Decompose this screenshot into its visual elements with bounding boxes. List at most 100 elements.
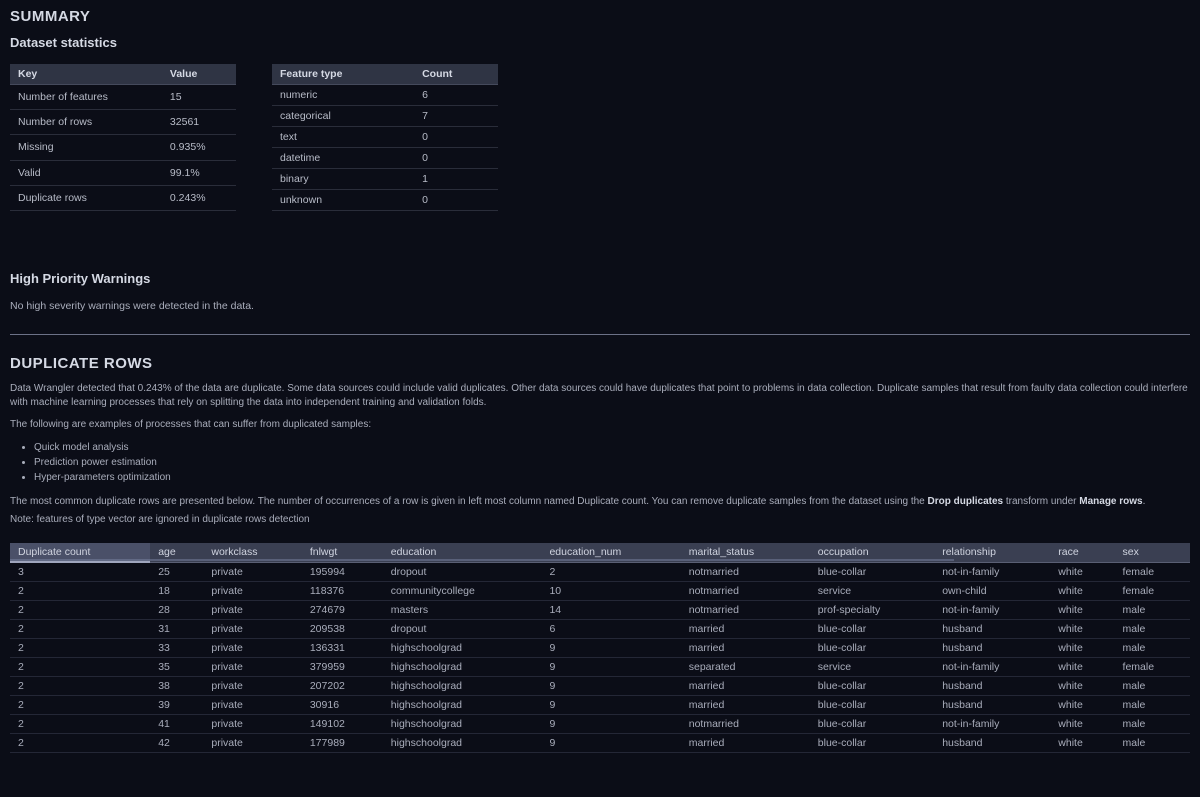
dup-cell: male xyxy=(1115,639,1190,658)
stats-cell: Duplicate rows xyxy=(10,185,162,210)
dup-cell: 38 xyxy=(150,677,203,696)
dup-cell: private xyxy=(203,620,301,639)
table-row: Valid99.1% xyxy=(10,160,236,185)
dup-cell: white xyxy=(1050,658,1114,677)
dup-cell: 195994 xyxy=(302,562,383,582)
dup-cell: service xyxy=(810,658,934,677)
dup-cell: blue-collar xyxy=(810,696,934,715)
dup-cell: white xyxy=(1050,696,1114,715)
dup-cell: 6 xyxy=(541,620,680,639)
dup-column-header[interactable]: education xyxy=(383,543,542,562)
dup-cell: 274679 xyxy=(302,601,383,620)
dup-column-header[interactable]: workclass xyxy=(203,543,301,562)
dup-cell: notmarried xyxy=(681,601,810,620)
dup-cell: highschoolgrad xyxy=(383,658,542,677)
table-row[interactable]: 239private30916highschoolgrad9marriedblu… xyxy=(10,696,1190,715)
dup-cell: private xyxy=(203,601,301,620)
table-row[interactable]: 238private207202highschoolgrad9marriedbl… xyxy=(10,677,1190,696)
table-row[interactable]: 228private274679masters14notmarriedprof-… xyxy=(10,601,1190,620)
dup-cell: white xyxy=(1050,562,1114,582)
table-row[interactable]: 218private118376communitycollege10notmar… xyxy=(10,582,1190,601)
table-row: categorical7 xyxy=(272,106,498,127)
stats-header-cell: Value xyxy=(162,64,236,85)
dup-cell: 9 xyxy=(541,677,680,696)
dup-cell: not-in-family xyxy=(934,715,1050,734)
types-cell: 0 xyxy=(414,148,498,169)
types-cell: 0 xyxy=(414,190,498,211)
dup-cell: 14 xyxy=(541,601,680,620)
table-row: Missing0.935% xyxy=(10,135,236,160)
stats-cell: Valid xyxy=(10,160,162,185)
table-row[interactable]: 325private195994dropout2notmarriedblue-c… xyxy=(10,562,1190,582)
duplicate-note-2: Note: features of type vector are ignore… xyxy=(10,513,1190,527)
dup-cell: 149102 xyxy=(302,715,383,734)
table-row: binary1 xyxy=(272,169,498,190)
dup-cell: 2 xyxy=(10,601,150,620)
dup-cell: own-child xyxy=(934,582,1050,601)
dup-cell: highschoolgrad xyxy=(383,677,542,696)
dup-cell: 31 xyxy=(150,620,203,639)
table-row[interactable]: 242private177989highschoolgrad9marriedbl… xyxy=(10,734,1190,753)
stats-header-cell: Key xyxy=(10,64,162,85)
table-row: numeric6 xyxy=(272,85,498,106)
dup-column-header[interactable]: education_num xyxy=(541,543,680,562)
dup-cell: white xyxy=(1050,582,1114,601)
dup-cell: 136331 xyxy=(302,639,383,658)
table-row[interactable]: 235private379959highschoolgrad9separated… xyxy=(10,658,1190,677)
dup-cell: private xyxy=(203,715,301,734)
types-cell: 1 xyxy=(414,169,498,190)
dup-cell: husband xyxy=(934,734,1050,753)
dup-cell: husband xyxy=(934,639,1050,658)
dup-cell: blue-collar xyxy=(810,734,934,753)
types-cell: binary xyxy=(272,169,414,190)
dup-cell: private xyxy=(203,639,301,658)
types-header-cell: Count xyxy=(414,64,498,85)
stats-cell: Number of features xyxy=(10,85,162,110)
dup-cell: notmarried xyxy=(681,562,810,582)
dup-cell: 2 xyxy=(10,715,150,734)
dup-cell: 25 xyxy=(150,562,203,582)
dup-cell: 9 xyxy=(541,658,680,677)
dup-column-header[interactable]: relationship xyxy=(934,543,1050,562)
dup-cell: 209538 xyxy=(302,620,383,639)
table-row[interactable]: 241private149102highschoolgrad9notmarrie… xyxy=(10,715,1190,734)
dup-cell: white xyxy=(1050,620,1114,639)
dup-column-header[interactable]: age xyxy=(150,543,203,562)
dup-column-header[interactable]: race xyxy=(1050,543,1114,562)
types-cell: 0 xyxy=(414,127,498,148)
dup-cell: notmarried xyxy=(681,582,810,601)
dup-column-header[interactable]: occupation xyxy=(810,543,934,562)
dup-cell: female xyxy=(1115,658,1190,677)
duplicate-note-1: The most common duplicate rows are prese… xyxy=(10,495,1190,509)
dup-column-header[interactable]: sex xyxy=(1115,543,1190,562)
dup-cell: husband xyxy=(934,620,1050,639)
dup-cell: blue-collar xyxy=(810,677,934,696)
table-row: text0 xyxy=(272,127,498,148)
dup-cell: private xyxy=(203,582,301,601)
stats-cell: 99.1% xyxy=(162,160,236,185)
stats-cell: Number of rows xyxy=(10,110,162,135)
dup-cell: female xyxy=(1115,562,1190,582)
dup-cell: 2 xyxy=(10,677,150,696)
duplicate-table-container[interactable]: Duplicate countageworkclassfnlwgteducati… xyxy=(10,543,1190,753)
dup-cell: married xyxy=(681,734,810,753)
dup-cell: 33 xyxy=(150,639,203,658)
dup-cell: husband xyxy=(934,677,1050,696)
dup-cell: 177989 xyxy=(302,734,383,753)
dup-column-header[interactable]: Duplicate count xyxy=(10,543,150,562)
dup-cell: not-in-family xyxy=(934,562,1050,582)
dup-cell: male xyxy=(1115,601,1190,620)
warnings-section: High Priority Warnings No high severity … xyxy=(10,271,1190,312)
stats-cell: 0.243% xyxy=(162,185,236,210)
dup-column-header[interactable]: fnlwgt xyxy=(302,543,383,562)
types-cell: 7 xyxy=(414,106,498,127)
dup-cell: male xyxy=(1115,715,1190,734)
dup-cell: communitycollege xyxy=(383,582,542,601)
table-row[interactable]: 231private209538dropout6marriedblue-coll… xyxy=(10,620,1190,639)
table-row[interactable]: 233private136331highschoolgrad9marriedbl… xyxy=(10,639,1190,658)
dup-cell: 2 xyxy=(10,696,150,715)
dup-cell: male xyxy=(1115,696,1190,715)
dup-cell: dropout xyxy=(383,620,542,639)
dup-cell: 28 xyxy=(150,601,203,620)
dup-column-header[interactable]: marital_status xyxy=(681,543,810,562)
